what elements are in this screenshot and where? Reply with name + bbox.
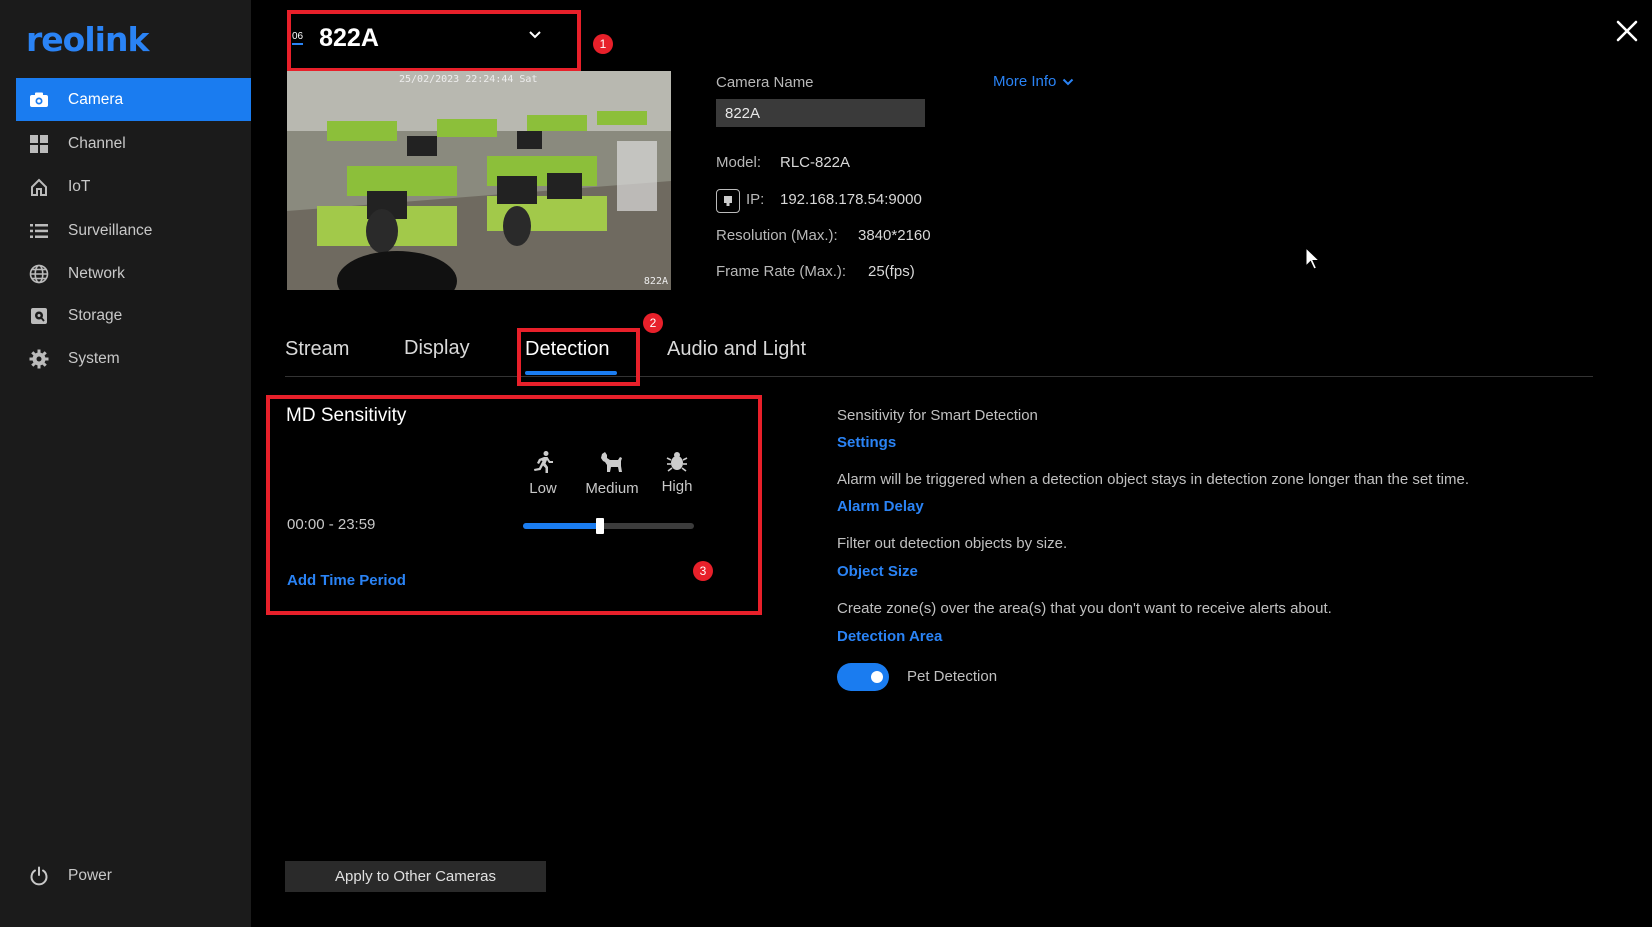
more-info-label: More Info (993, 73, 1057, 90)
sensitivity-high: High (656, 450, 698, 495)
pet-detection-toggle[interactable] (837, 663, 889, 691)
sidebar-item-label: System (68, 349, 120, 367)
sensitivity-slider-handle[interactable] (595, 518, 604, 534)
sidebar-item-label: Storage (68, 306, 123, 324)
model-value: RLC-822A (780, 154, 851, 171)
sensitivity-low: Low (522, 450, 564, 497)
smart-detection-text: Sensitivity for Smart Detection (837, 407, 1038, 424)
annotation-box-2 (517, 328, 640, 386)
grid-icon (28, 133, 50, 155)
detection-area-link[interactable]: Detection Area (837, 628, 942, 645)
sensitivity-medium-label: Medium (585, 480, 639, 497)
sidebar-item-surveillance[interactable]: Surveillance (16, 209, 251, 252)
sidebar-item-label: Channel (68, 134, 126, 152)
camera-name-label: Camera Name (716, 74, 814, 91)
framerate-value: 25(fps) (868, 263, 915, 280)
more-info-link[interactable]: More Info (993, 73, 1074, 90)
camera-name-input[interactable] (716, 99, 925, 127)
annotation-badge-2: 2 (643, 313, 663, 333)
object-size-text: Filter out detection objects by size. (837, 535, 1068, 552)
ethernet-icon (716, 189, 740, 213)
sidebar-item-label: Surveillance (68, 221, 153, 239)
sidebar: reolink Camera Channel IoT Surveillance (0, 0, 251, 927)
mouse-cursor-icon (1305, 247, 1321, 270)
toggle-knob (871, 671, 883, 683)
annotation-box-1 (287, 10, 581, 72)
camera-icon (28, 89, 50, 111)
sensitivity-medium: Medium (582, 450, 642, 497)
sidebar-item-storage[interactable]: Storage (16, 294, 251, 337)
sidebar-item-camera[interactable]: Camera (16, 78, 251, 121)
globe-icon (28, 263, 50, 285)
sidebar-item-system[interactable]: System (16, 337, 251, 380)
bug-icon (666, 452, 688, 472)
tabs-divider (285, 376, 1593, 377)
chevron-down-icon (1063, 78, 1074, 85)
add-time-period-link[interactable]: Add Time Period (287, 572, 406, 589)
dog-icon (601, 452, 622, 472)
detection-area-text: Create zone(s) over the area(s) that you… (837, 600, 1332, 617)
alarm-delay-text: Alarm will be triggered when a detection… (837, 471, 1470, 488)
annotation-badge-3: 3 (693, 561, 713, 581)
framerate-label: Frame Rate (Max.): (716, 263, 847, 280)
ip-label: IP: (746, 191, 765, 208)
apply-to-other-cameras-button[interactable]: Apply to Other Cameras (285, 861, 546, 892)
sensitivity-low-label: Low (529, 480, 557, 497)
storage-icon (28, 305, 50, 327)
sensitivity-slider[interactable] (523, 518, 694, 534)
sidebar-item-label: Camera (68, 90, 124, 108)
sidebar-item-label: Network (68, 264, 125, 282)
sidebar-item-channel[interactable]: Channel (16, 122, 251, 165)
sidebar-item-label: IoT (68, 177, 91, 195)
settings-link[interactable]: Settings (837, 434, 896, 451)
reolink-logo: reolink (26, 20, 149, 59)
preview-osd-time: 25/02/2023 22:24:44 Sat (399, 74, 538, 85)
list-icon (28, 220, 50, 242)
camera-preview-image: 25/02/2023 22:24:44 Sat 822A (287, 71, 671, 290)
gear-icon (28, 348, 50, 370)
preview-osd-name: 822A (643, 276, 668, 287)
tab-audio-light[interactable]: Audio and Light (667, 338, 806, 361)
ip-value: 192.168.178.54:9000 (780, 191, 922, 208)
annotation-badge-1: 1 (593, 34, 613, 54)
resolution-value: 3840*2160 (858, 227, 931, 244)
sidebar-item-iot[interactable]: IoT (16, 165, 251, 208)
object-size-link[interactable]: Object Size (837, 563, 918, 580)
resolution-label: Resolution (Max.): (716, 227, 838, 244)
sensitivity-slider-fill (523, 523, 600, 529)
model-label: Model: (716, 154, 762, 171)
sidebar-item-network[interactable]: Network (16, 252, 251, 295)
power-icon (28, 865, 50, 887)
power-label: Power (68, 866, 112, 884)
app-root: reolink Camera Channel IoT Surveillance (0, 0, 1652, 927)
md-sensitivity-title: MD Sensitivity (286, 405, 407, 426)
alarm-delay-link[interactable]: Alarm Delay (837, 498, 924, 515)
pet-detection-label: Pet Detection (907, 668, 998, 685)
home-icon (28, 176, 50, 198)
tab-display[interactable]: Display (404, 337, 470, 360)
close-icon[interactable] (1614, 18, 1640, 44)
sensitivity-high-label: High (661, 478, 693, 495)
time-period: 00:00 - 23:59 (287, 516, 376, 533)
tab-stream[interactable]: Stream (285, 338, 349, 361)
running-person-icon (534, 451, 553, 473)
power-button[interactable]: Power (16, 854, 112, 897)
